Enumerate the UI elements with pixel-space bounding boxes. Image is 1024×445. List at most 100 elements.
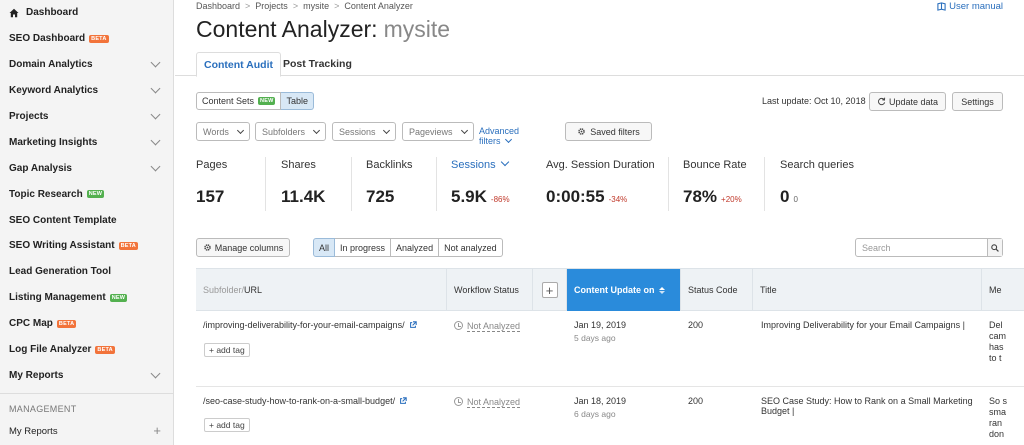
metric-value-text: 0:00:55 xyxy=(546,187,605,206)
words-filter-label: Words xyxy=(203,126,229,137)
url-link[interactable]: /improving-deliverability-for-your-email… xyxy=(203,320,405,330)
sidebar-item-keyword-analytics[interactable]: Keyword Analytics xyxy=(0,78,173,104)
sidebar-item-label: CPC Map xyxy=(9,318,53,330)
sidebar-item-domain-analytics[interactable]: Domain Analytics xyxy=(0,52,173,78)
subfolders-filter-dropdown[interactable]: Subfolders xyxy=(255,122,326,141)
sidebar-item-seo-writing-assistant[interactable]: SEO Writing Assistant BETA xyxy=(0,233,173,259)
saved-filters-button[interactable]: Saved filters xyxy=(565,122,652,141)
manage-columns-button[interactable]: Manage columns xyxy=(196,238,290,257)
metric-backlinks: Backlinks 725 xyxy=(366,159,412,207)
column-content-update-label: Content Update on xyxy=(574,285,655,295)
chevron-down-icon[interactable] xyxy=(150,83,161,94)
tab-bar: Content Audit Post Tracking xyxy=(175,50,1024,77)
external-link-icon[interactable] xyxy=(399,397,407,405)
update-data-button[interactable]: Update data xyxy=(869,92,946,111)
meta-line: to t xyxy=(989,353,1002,363)
url-link[interactable]: /seo-case-study-how-to-rank-on-a-small-b… xyxy=(203,396,395,406)
chevron-down-icon[interactable] xyxy=(150,161,161,172)
column-header-workflow-status[interactable]: Workflow Status xyxy=(447,269,533,311)
breadcrumb-separator: > xyxy=(334,1,340,11)
breadcrumb-mysite[interactable]: mysite xyxy=(303,1,329,11)
breadcrumb-projects[interactable]: Projects xyxy=(255,1,288,11)
sidebar-item-listing-management[interactable]: Listing Management NEW xyxy=(0,285,173,311)
management-heading: MANAGEMENT xyxy=(9,404,77,414)
status-filter-all[interactable]: All xyxy=(313,238,336,257)
user-manual-link[interactable]: User manual xyxy=(937,1,1003,12)
sidebar-item-lead-generation-tool[interactable]: Lead Generation Tool xyxy=(0,259,173,285)
settings-button[interactable]: Settings xyxy=(952,92,1003,111)
sidebar-item-label: SEO Dashboard xyxy=(9,33,86,45)
pageviews-filter-dropdown[interactable]: Pageviews xyxy=(402,122,474,141)
sidebar-item-label: Domain Analytics xyxy=(9,59,93,71)
workflow-status-cell[interactable]: Not Analyzed xyxy=(454,396,520,407)
breadcrumb-dashboard[interactable]: Dashboard xyxy=(196,1,240,11)
status-code-cell: 200 xyxy=(688,396,704,406)
beta-badge: BETA xyxy=(89,34,109,43)
sidebar-item-my-reports[interactable]: My Reports xyxy=(0,362,173,388)
url-cell[interactable]: /seo-case-study-how-to-rank-on-a-small-b… xyxy=(203,396,407,406)
chevron-down-icon xyxy=(236,126,245,135)
sidebar-item-projects[interactable]: Projects xyxy=(0,104,173,130)
chevron-down-icon[interactable] xyxy=(150,57,161,68)
status-filter-in-progress[interactable]: In progress xyxy=(335,238,392,257)
sidebar-item-gap-analysis[interactable]: Gap Analysis xyxy=(0,155,173,181)
meta-cell: Del cam has to t xyxy=(989,320,1024,364)
metric-delta: +20% xyxy=(721,195,742,204)
workflow-status-value[interactable]: Not Analyzed xyxy=(467,321,520,331)
column-header-title[interactable]: Title xyxy=(753,269,982,311)
metric-value: 00 xyxy=(780,187,854,207)
column-header-status-code[interactable]: Status Code xyxy=(681,269,753,311)
add-column-button[interactable]: + xyxy=(541,282,558,298)
column-header-meta[interactable]: Me xyxy=(982,269,1024,311)
metric-pages: Pages 157 xyxy=(196,159,227,207)
sidebar-item-label: My Reports xyxy=(9,369,64,381)
chevron-down-icon[interactable] xyxy=(150,135,161,146)
table-view-button[interactable]: Table xyxy=(281,92,314,110)
sidebar-item-label: SEO Writing Assistant xyxy=(9,240,115,252)
add-tag-button[interactable]: + add tag xyxy=(204,418,250,432)
status-filter-analyzed[interactable]: Analyzed xyxy=(391,238,440,257)
search-input[interactable]: Search xyxy=(856,239,987,256)
sidebar-item-dashboard[interactable]: Dashboard xyxy=(0,0,173,26)
search-button[interactable] xyxy=(987,239,1002,256)
workflow-status-cell[interactable]: Not Analyzed xyxy=(454,320,520,331)
column-header-content-update[interactable]: Content Update on xyxy=(567,269,681,311)
sidebar-item-log-file-analyzer[interactable]: Log File Analyzer BETA xyxy=(0,337,173,363)
sidebar-item-label: Projects xyxy=(9,111,49,122)
content-sets-button[interactable]: Content Sets NEW xyxy=(196,92,282,110)
words-filter-dropdown[interactable]: Words xyxy=(196,122,250,141)
sessions-filter-dropdown[interactable]: Sessions xyxy=(332,122,396,141)
sidebar-item-seo-dashboard[interactable]: SEO Dashboard BETA xyxy=(0,26,173,52)
external-link-icon[interactable] xyxy=(409,321,417,329)
advanced-filters-link[interactable]: Advanced filters xyxy=(479,126,519,146)
chevron-down-icon xyxy=(382,126,391,135)
column-header-subfolder-url[interactable]: Subfolder/URL xyxy=(196,269,447,311)
metric-divider xyxy=(351,157,352,211)
page-title-site: mysite xyxy=(383,16,451,42)
table-header: Subfolder/URL Workflow Status + Content … xyxy=(196,268,1024,311)
chevron-down-icon[interactable] xyxy=(150,368,161,379)
metric-shares: Shares 11.4K xyxy=(281,159,325,207)
add-tag-button[interactable]: + add tag xyxy=(204,343,250,357)
sidebar-item-seo-content-template[interactable]: SEO Content Template xyxy=(0,207,173,233)
column-url-label[interactable]: URL xyxy=(244,285,262,295)
sidebar-item-marketing-insights[interactable]: Marketing Insights xyxy=(0,129,173,155)
sidebar-item-label: Keyword Analytics xyxy=(9,85,99,97)
sidebar-item-my-reports-management[interactable]: My Reports + xyxy=(9,424,161,437)
metric-label[interactable]: Sessions xyxy=(451,157,510,171)
sidebar-item-topic-research[interactable]: Topic Research NEW xyxy=(0,181,173,207)
column-subfolder-label[interactable]: Subfolder/ xyxy=(203,285,244,295)
chevron-down-icon[interactable] xyxy=(150,109,161,120)
workflow-status-value[interactable]: Not Analyzed xyxy=(467,397,520,407)
tab-post-tracking[interactable]: Post Tracking xyxy=(276,52,359,76)
plus-icon[interactable]: + xyxy=(153,424,161,437)
status-filter-not-analyzed[interactable]: Not analyzed xyxy=(439,238,503,257)
breadcrumb-separator: > xyxy=(292,1,299,11)
metric-sessions[interactable]: Sessions 5.9K -86% xyxy=(451,157,510,207)
clock-icon xyxy=(454,397,463,406)
new-badge: NEW xyxy=(258,97,276,105)
view-toggle: Content Sets NEW Table xyxy=(196,92,314,110)
tab-content-audit[interactable]: Content Audit xyxy=(196,52,282,77)
url-cell[interactable]: /improving-deliverability-for-your-email… xyxy=(203,320,417,330)
sidebar-item-cpc-map[interactable]: CPC Map BETA xyxy=(0,311,173,337)
